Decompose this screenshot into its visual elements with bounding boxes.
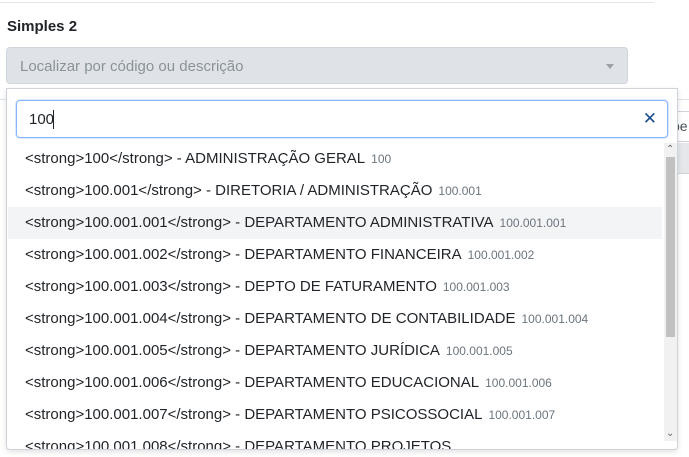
result-option-code: 100.001.002 (467, 248, 535, 262)
result-option-code: 100.001.001 (499, 216, 567, 230)
result-option-text: <strong>100.001.005</strong> - DEPARTAME… (25, 342, 513, 359)
caret-down-icon[interactable] (606, 64, 614, 69)
result-option-code: 100.001.005 (445, 344, 513, 358)
result-option-text: <strong>100.001.006</strong> - DEPARTAME… (25, 374, 552, 391)
result-option-label: <strong>100</strong> - ADMINISTRAÇÃO GER… (25, 150, 366, 167)
result-option-text: <strong>100.001.008</strong> - DEPARTAME… (25, 438, 451, 449)
top-divider (0, 2, 654, 3)
scroll-up-icon[interactable]: ⌃ (666, 145, 674, 155)
result-option-text: <strong>100.001.004</strong> - DEPARTAME… (25, 310, 588, 327)
result-option-code: 100.001.007 (488, 408, 556, 422)
result-option-text: <strong>100.001.007</strong> - DEPARTAME… (25, 406, 555, 423)
simples2-select[interactable]: Localizar por código ou descrição (6, 47, 628, 84)
result-option-label: <strong>100.001.007</strong> - DEPARTAME… (25, 406, 483, 423)
dropdown-search-input[interactable]: 100 ✕ (16, 100, 668, 138)
result-option-label: <strong>100.001.008</strong> - DEPARTAME… (25, 438, 452, 449)
result-option-label: <strong>100.001.003</strong> - DEPTO DE … (25, 278, 437, 295)
result-option-text: <strong>100.001.003</strong> - DEPTO DE … (25, 278, 510, 295)
result-option-label: <strong>100.001</strong> - DIRETORIA / A… (25, 182, 433, 199)
result-option-text: <strong>100.001.001</strong> - DEPARTAME… (25, 214, 566, 231)
result-option-label: <strong>100.001.001</strong> - DEPARTAME… (25, 214, 494, 231)
scroll-down-icon[interactable]: ⌄ (666, 429, 674, 439)
result-option-label: <strong>100.001.005</strong> - DEPARTAME… (25, 342, 440, 359)
result-option[interactable]: <strong>100.001.004</strong> - DEPARTAME… (8, 303, 662, 335)
results-list: <strong>100</strong> - ADMINISTRAÇÃO GER… (8, 143, 662, 449)
result-option-code: 100.001 (438, 184, 482, 198)
result-option-code: 100.001.004 (521, 312, 589, 326)
result-option[interactable]: <strong>100.001.003</strong> - DEPTO DE … (8, 271, 662, 303)
result-option[interactable]: <strong>100.001</strong> - DIRETORIA / A… (8, 175, 662, 207)
result-option-text: <strong>100.001.002</strong> - DEPARTAME… (25, 246, 534, 263)
close-icon[interactable]: ✕ (643, 109, 657, 129)
result-option[interactable]: <strong>100.001.007</strong> - DEPARTAME… (8, 399, 662, 431)
scroll-thumb[interactable] (666, 157, 675, 337)
result-option-label: <strong>100.001.004</strong> - DEPARTAME… (25, 310, 516, 327)
result-option-code: 100.001.003 (442, 280, 510, 294)
result-option[interactable]: <strong>100.001.002</strong> - DEPARTAME… (8, 239, 662, 271)
result-option[interactable]: <strong>100</strong> - ADMINISTRAÇÃO GER… (8, 143, 662, 175)
result-option[interactable]: <strong>100.001.006</strong> - DEPARTAME… (8, 367, 662, 399)
result-option-label: <strong>100.001.002</strong> - DEPARTAME… (25, 246, 462, 263)
search-value[interactable]: 100 (29, 111, 54, 128)
field-label: Simples 2 (7, 18, 78, 35)
result-option-code: 100 (371, 152, 392, 166)
select-dropdown: 100 ✕ <strong>100</strong> - ADMINISTRAÇ… (6, 88, 678, 450)
select-placeholder: Localizar por código ou descrição (20, 58, 244, 75)
result-option-text: <strong>100</strong> - ADMINISTRAÇÃO GER… (25, 150, 391, 167)
result-option-label: <strong>100.001.006</strong> - DEPARTAME… (25, 374, 480, 391)
result-option-text: <strong>100.001</strong> - DIRETORIA / A… (25, 182, 482, 199)
result-option[interactable]: <strong>100.001.005</strong> - DEPARTAME… (8, 335, 662, 367)
result-option[interactable]: <strong>100.001.008</strong> - DEPARTAME… (8, 431, 662, 449)
text-cursor (53, 110, 54, 129)
results-scrollbar[interactable]: ⌃ ⌄ (664, 143, 677, 441)
result-option-code: 100.001.006 (485, 376, 552, 390)
result-option[interactable]: <strong>100.001.001</strong> - DEPARTAME… (8, 207, 662, 239)
